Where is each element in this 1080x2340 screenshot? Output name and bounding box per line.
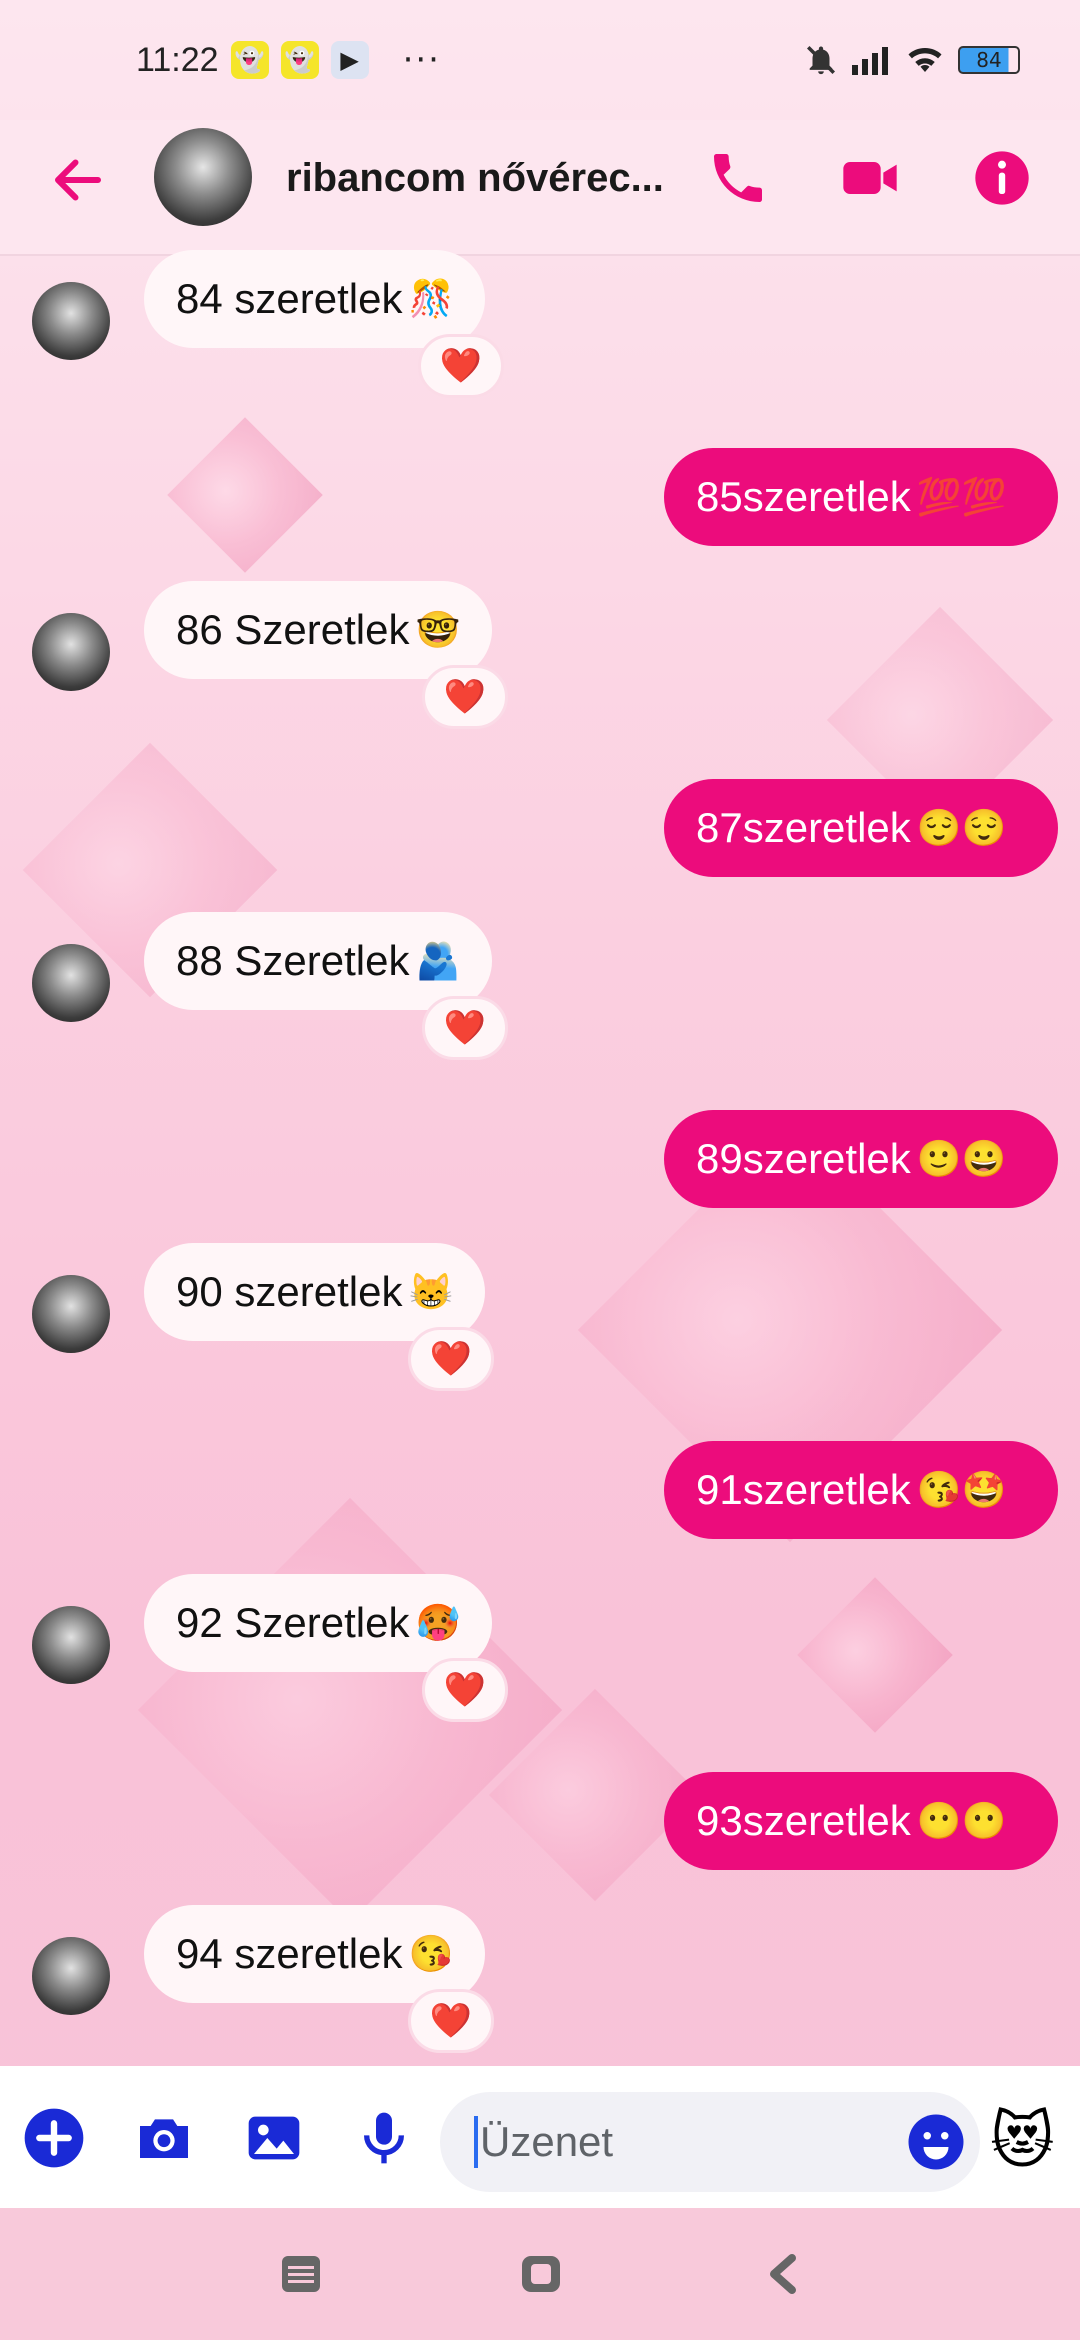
message-emoji: 🥵 bbox=[415, 1602, 461, 1643]
snapchat-notification-icon: 👻 bbox=[280, 41, 319, 79]
sender-avatar[interactable] bbox=[32, 1606, 110, 1684]
text-cursor bbox=[474, 2116, 478, 2168]
chat-header: ribancom nővérec... bbox=[0, 120, 1080, 256]
message-emoji: 🙂😀 bbox=[916, 1138, 1007, 1179]
heart-reaction[interactable]: ❤️ bbox=[422, 665, 508, 729]
message-composer: Üzenet 😻 bbox=[0, 2066, 1080, 2208]
status-time: 11:22 bbox=[136, 40, 219, 79]
status-bar: 11:22 👻 👻 ▶ ··· 84 bbox=[0, 0, 1080, 120]
message-text: 84 szeretlek bbox=[176, 275, 403, 322]
phone-call-icon[interactable] bbox=[706, 146, 770, 210]
contact-avatar[interactable] bbox=[154, 128, 252, 226]
message-text: 90 szeretlek bbox=[176, 1268, 403, 1315]
play-store-notification-icon: ▶ bbox=[330, 41, 369, 79]
sender-avatar[interactable] bbox=[32, 282, 110, 360]
emoji-icon[interactable] bbox=[906, 2112, 966, 2172]
message-list[interactable]: 84 szeretlek 🎊 ❤️ 85szeretlek 💯💯 86 Szeret… bbox=[0, 250, 1080, 2066]
heart-reaction[interactable]: ❤️ bbox=[418, 334, 504, 398]
info-icon[interactable] bbox=[970, 146, 1034, 210]
battery-icon: 84 bbox=[958, 46, 1020, 74]
system-navigation-bar bbox=[0, 2208, 1080, 2340]
message-text: 86 Szeretlek bbox=[176, 606, 410, 653]
message-text: 85szeretlek bbox=[696, 473, 911, 520]
message-text: 94 szeretlek bbox=[176, 1930, 403, 1977]
message-text: 93szeretlek bbox=[696, 1797, 911, 1844]
message-input[interactable]: Üzenet bbox=[440, 2092, 980, 2192]
message-text: 92 Szeretlek bbox=[176, 1599, 410, 1646]
signal-icon bbox=[852, 47, 888, 75]
message-bubble[interactable]: 84 szeretlek 🎊 bbox=[144, 250, 486, 348]
message-bubble[interactable]: 88 Szeretlek 🫂 bbox=[144, 912, 493, 1010]
message-emoji: 😘🤩 bbox=[916, 1469, 1007, 1510]
message-emoji: 🤓 bbox=[415, 609, 461, 650]
microphone-icon[interactable] bbox=[352, 2106, 416, 2170]
sender-avatar[interactable] bbox=[32, 1937, 110, 2015]
back-arrow-icon[interactable] bbox=[48, 150, 108, 210]
message-bubble[interactable]: 89szeretlek 🙂😀 bbox=[664, 1110, 1058, 1208]
gallery-icon[interactable] bbox=[242, 2106, 306, 2170]
wifi-icon bbox=[908, 48, 942, 72]
message-text: 88 Szeretlek bbox=[176, 937, 410, 984]
quick-sticker-button[interactable]: 😻 bbox=[990, 2104, 1055, 2177]
message-input-placeholder: Üzenet bbox=[480, 2118, 614, 2165]
message-emoji: 😘 bbox=[408, 1933, 454, 1974]
sender-avatar[interactable] bbox=[32, 1275, 110, 1353]
contact-name[interactable]: ribancom nővérec... bbox=[286, 156, 676, 201]
message-bubble[interactable]: 92 Szeretlek 🥵 bbox=[144, 1574, 493, 1672]
plus-icon[interactable] bbox=[22, 2106, 86, 2170]
heart-reaction[interactable]: ❤️ bbox=[408, 1327, 494, 1391]
home-icon[interactable] bbox=[520, 2254, 562, 2294]
message-bubble[interactable]: 87szeretlek 😌😌 bbox=[664, 779, 1058, 877]
heart-reaction[interactable]: ❤️ bbox=[408, 1989, 494, 2053]
message-emoji: 😸 bbox=[408, 1271, 454, 1312]
heart-reaction[interactable]: ❤️ bbox=[422, 996, 508, 1060]
heart-reaction[interactable]: ❤️ bbox=[422, 1658, 508, 1722]
more-notifications-icon: ··· bbox=[402, 40, 441, 80]
snapchat-notification-icon: 👻 bbox=[230, 41, 269, 79]
message-emoji: 😌😌 bbox=[916, 807, 1007, 848]
message-bubble[interactable]: 85szeretlek 💯💯 bbox=[664, 448, 1058, 546]
camera-icon[interactable] bbox=[132, 2106, 196, 2170]
message-bubble[interactable]: 93szeretlek 😶😶 bbox=[664, 1772, 1058, 1870]
back-nav-icon[interactable] bbox=[766, 2254, 800, 2294]
message-text: 87szeretlek bbox=[696, 804, 911, 851]
message-emoji: 🎊 bbox=[408, 278, 454, 319]
message-bubble[interactable]: 90 szeretlek 😸 bbox=[144, 1243, 486, 1341]
recent-apps-icon[interactable] bbox=[280, 2254, 322, 2294]
message-emoji: 💯💯 bbox=[916, 476, 1007, 517]
message-text: 91szeretlek bbox=[696, 1466, 911, 1513]
message-emoji: 😶😶 bbox=[916, 1800, 1007, 1841]
video-call-icon[interactable] bbox=[838, 146, 902, 210]
message-emoji: 🫂 bbox=[415, 940, 461, 981]
mute-bell-icon bbox=[806, 45, 836, 75]
message-bubble[interactable]: 91szeretlek 😘🤩 bbox=[664, 1441, 1058, 1539]
sender-avatar[interactable] bbox=[32, 613, 110, 691]
battery-level: 84 bbox=[976, 48, 1002, 72]
message-bubble[interactable]: 94 szeretlek 😘 bbox=[144, 1905, 486, 2003]
message-bubble[interactable]: 86 Szeretlek 🤓 bbox=[144, 581, 493, 679]
sender-avatar[interactable] bbox=[32, 944, 110, 1022]
message-text: 89szeretlek bbox=[696, 1135, 911, 1182]
